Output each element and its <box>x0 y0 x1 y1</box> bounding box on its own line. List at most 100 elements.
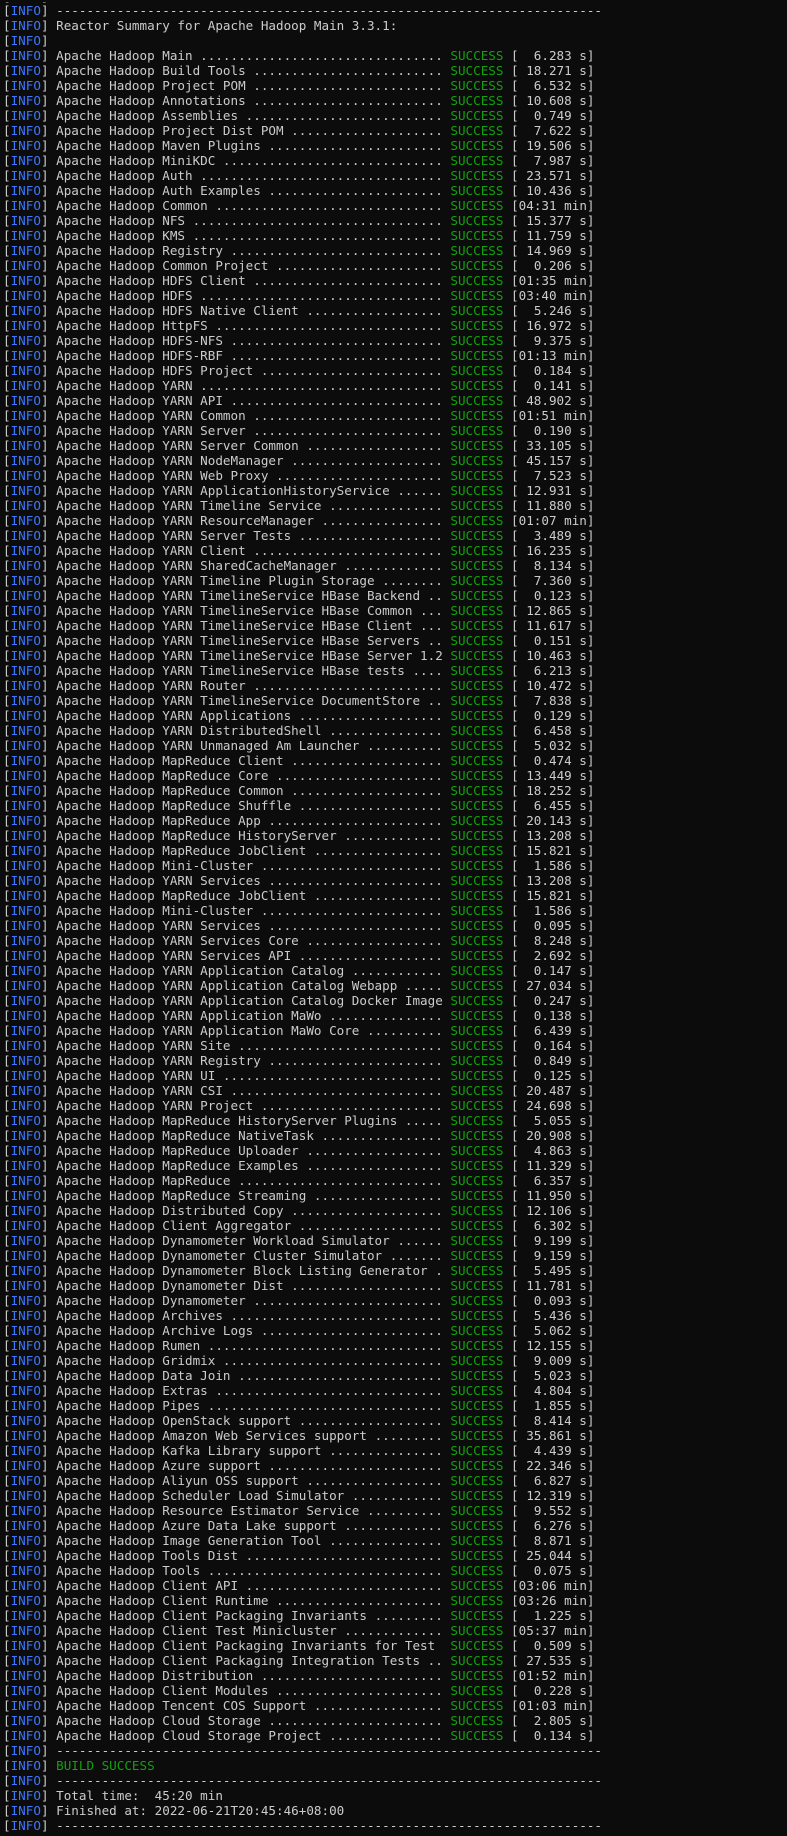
module-name: Apache Hadoop Client Packaging Invariant… <box>56 1638 436 1653</box>
module-time: 5.055 s] <box>518 1113 595 1128</box>
rule-line: [INFO] ---------------------------------… <box>3 1743 787 1758</box>
module-time: 0.095 s] <box>518 918 595 933</box>
module-row: [INFO] Apache Hadoop YARN Application Ca… <box>3 963 787 978</box>
module-row: [INFO] Apache Hadoop YARN TimelineServic… <box>3 648 787 663</box>
bracket-open: [ <box>3 738 11 753</box>
dot-leader: ............................ <box>222 243 451 258</box>
module-time: 01:13 min] <box>518 348 595 363</box>
info-tag: INFO <box>10 1128 41 1143</box>
module-row: [INFO] Apache Hadoop YARN ResourceManage… <box>3 513 787 528</box>
module-time: 6.458 s] <box>518 723 595 738</box>
time-open-bracket: [ <box>503 1368 519 1383</box>
module-row: [INFO] Apache Hadoop YARN CSI ..........… <box>3 1083 787 1098</box>
status-success: SUCCESS <box>450 1143 504 1158</box>
time-open-bracket: [ <box>503 258 519 273</box>
module-name: Apache Hadoop Client Aggregator <box>56 1218 292 1233</box>
time-open-bracket: [ <box>503 1278 519 1293</box>
bracket-close: ] <box>40 828 57 843</box>
time-open-bracket: [ <box>503 138 519 153</box>
bracket-close: ] <box>40 558 57 573</box>
module-name: Apache Hadoop MapReduce HistoryServer <box>56 828 337 843</box>
module-time: 7.987 s] <box>518 153 595 168</box>
module-row: [INFO] Apache Hadoop YARN Services .....… <box>3 873 787 888</box>
module-time: 11.617 s] <box>518 618 595 633</box>
module-time: 15.821 s] <box>518 888 595 903</box>
module-name: Apache Hadoop YARN Timeline Service <box>56 498 322 513</box>
bracket-open: [ <box>3 753 11 768</box>
info-tag: INFO <box>10 1773 41 1788</box>
status-success: SUCCESS <box>450 1548 504 1563</box>
module-name: Apache Hadoop MapReduce Examples <box>56 1158 299 1173</box>
bracket-open: [ <box>3 1638 11 1653</box>
dot-leader: ........................ <box>253 363 451 378</box>
bracket-open: [ <box>3 1293 11 1308</box>
terminal-window[interactable]: [INFO] ---------------------------------… <box>0 0 787 1836</box>
dot-leader: .................. <box>298 303 451 318</box>
dot-leader: .................. <box>298 1473 451 1488</box>
info-tag: INFO <box>10 1458 41 1473</box>
bracket-close: ] <box>40 1578 57 1593</box>
bracket-close: ] <box>40 153 57 168</box>
status-success: SUCCESS <box>450 1383 504 1398</box>
module-time: 1.855 s] <box>518 1398 595 1413</box>
status-success: SUCCESS <box>450 123 504 138</box>
bracket-open: [ <box>3 1278 11 1293</box>
module-time: 0.147 s] <box>518 963 595 978</box>
bracket-close: ] <box>40 1338 57 1353</box>
status-success: SUCCESS <box>450 1413 504 1428</box>
bracket-open: [ <box>3 678 11 693</box>
info-tag: INFO <box>10 378 41 393</box>
module-name: Apache Hadoop YARN TimelineService HBase… <box>56 663 405 678</box>
info-tag: INFO <box>10 873 41 888</box>
bracket-open: [ <box>3 588 11 603</box>
bracket-open: [ <box>3 1038 11 1053</box>
bracket-open: [ <box>3 123 11 138</box>
dot-leader: ......................... <box>245 1293 451 1308</box>
module-row: [INFO] Apache Hadoop YARN Application Ma… <box>3 1023 787 1038</box>
time-open-bracket: [ <box>503 228 519 243</box>
bracket-close: ] <box>40 213 57 228</box>
bracket-close: ] <box>40 288 57 303</box>
info-tag: INFO <box>10 543 41 558</box>
status-success: SUCCESS <box>450 738 504 753</box>
status-success: SUCCESS <box>450 1473 504 1488</box>
module-name: Apache Hadoop Tools Dist <box>56 1548 239 1563</box>
module-row: [INFO] Apache Hadoop YARN TimelineServic… <box>3 663 787 678</box>
module-row: [INFO] Apache Hadoop Client Packaging In… <box>3 1608 787 1623</box>
bracket-open: [ <box>3 1668 11 1683</box>
time-open-bracket: [ <box>503 1533 519 1548</box>
info-tag: INFO <box>10 513 41 528</box>
bracket-close: ] <box>40 933 57 948</box>
module-row: [INFO] Apache Hadoop MapReduce JobClient… <box>3 843 787 858</box>
module-row: [INFO] Apache Hadoop YARN Timeline Plugi… <box>3 573 787 588</box>
module-name: Apache Hadoop Auth Examples <box>56 183 261 198</box>
dot-leader: ......................... <box>245 408 451 423</box>
bracket-open: [ <box>3 723 11 738</box>
time-open-bracket: [ <box>503 1233 519 1248</box>
info-tag: INFO <box>10 663 41 678</box>
module-name: Apache Hadoop Kafka Library support <box>56 1443 322 1458</box>
status-success: SUCCESS <box>450 1308 504 1323</box>
bracket-close: ] <box>40 843 57 858</box>
module-row: [INFO] Apache Hadoop Cloud Storage .....… <box>3 1713 787 1728</box>
bracket-close: ] <box>40 1158 57 1173</box>
status-success: SUCCESS <box>450 93 504 108</box>
module-name: Apache Hadoop YARN Unmanaged Am Launcher <box>56 738 360 753</box>
status-success: SUCCESS <box>450 1323 504 1338</box>
bracket-open: [ <box>3 933 11 948</box>
bracket-open: [ <box>3 798 11 813</box>
info-tag: INFO <box>10 438 41 453</box>
dot-leader: .. <box>420 633 451 648</box>
info-tag: INFO <box>10 258 41 273</box>
dot-leader: .......... <box>359 1503 451 1518</box>
status-success: SUCCESS <box>450 363 504 378</box>
rule: ----------------------------------------… <box>56 1743 603 1758</box>
dot-leader: ................................ <box>192 168 451 183</box>
module-time: 20.143 s] <box>518 813 595 828</box>
bracket-open: [ <box>3 198 11 213</box>
bracket-close: ] <box>40 738 57 753</box>
module-row: [INFO] Apache Hadoop OpenStack support .… <box>3 1413 787 1428</box>
bracket-close: ] <box>40 618 57 633</box>
time-open-bracket: [ <box>503 1218 519 1233</box>
time-open-bracket: [ <box>503 813 519 828</box>
